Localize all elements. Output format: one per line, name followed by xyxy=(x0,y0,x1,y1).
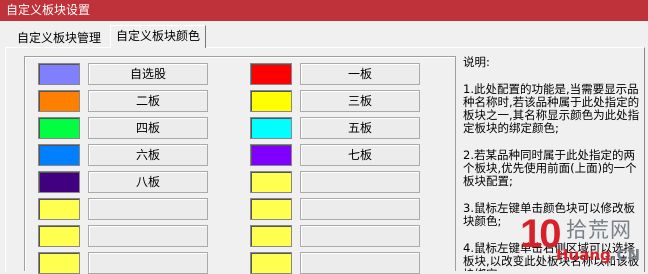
block-color-swatch[interactable] xyxy=(38,117,80,139)
block-name-field[interactable]: 四板 xyxy=(88,117,208,139)
block-name-field[interactable]: 一板 xyxy=(300,63,420,85)
block-name-field[interactable] xyxy=(88,198,208,220)
block-color-swatch[interactable] xyxy=(38,171,80,193)
block-color-swatch[interactable] xyxy=(38,225,80,247)
block-color-swatch[interactable] xyxy=(38,252,80,274)
block-color-swatch[interactable] xyxy=(38,144,80,166)
window-titlebar: 自定义板块设置 xyxy=(0,0,648,21)
block-name-field[interactable]: 八板 xyxy=(88,171,208,193)
window-title: 自定义板块设置 xyxy=(6,3,91,17)
block-color-swatch[interactable] xyxy=(250,90,292,112)
tab-block-color[interactable]: 自定义板块颜色 xyxy=(110,25,207,48)
help-item: 3.鼠标左键单击颜色块可以修改板块颜色; xyxy=(463,201,635,228)
block-name-field[interactable] xyxy=(300,252,420,274)
block-color-swatch[interactable] xyxy=(38,198,80,220)
help-item: 1.此处配置的功能是,当需要显示品种名称时,若该品种属于此处指定的板块之一,其名… xyxy=(463,82,640,135)
block-color-swatch[interactable] xyxy=(38,63,80,85)
block-color-swatch[interactable] xyxy=(250,171,292,193)
tab-block-manage[interactable]: 自定义板块管理 xyxy=(12,28,106,48)
block-name-field[interactable] xyxy=(300,198,420,220)
block-name-field[interactable] xyxy=(300,225,420,247)
help-heading: 说明: xyxy=(463,56,490,69)
block-name-field[interactable] xyxy=(300,171,420,193)
block-color-swatch[interactable] xyxy=(250,225,292,247)
block-name-field[interactable]: 二板 xyxy=(88,90,208,112)
block-color-swatch[interactable] xyxy=(250,63,292,85)
block-name-field[interactable]: 自选股 xyxy=(88,63,208,85)
block-name-field[interactable]: 三板 xyxy=(300,90,420,112)
block-color-swatch[interactable] xyxy=(38,90,80,112)
help-panel: 说明: 1.此处配置的功能是,当需要显示品种名称时,若该品种属于此处指定的板块之… xyxy=(463,56,645,271)
block-name-field[interactable] xyxy=(88,225,208,247)
block-color-swatch[interactable] xyxy=(250,144,292,166)
block-name-field[interactable]: 六板 xyxy=(88,144,208,166)
block-color-swatch[interactable] xyxy=(250,252,292,274)
block-color-swatch[interactable] xyxy=(250,117,292,139)
help-item: 2.若某品种同时属于此处指定的两个板块,优先使用前面(上面)的一个板块配置; xyxy=(463,148,637,188)
block-name-field[interactable]: 五板 xyxy=(300,117,420,139)
block-color-swatch[interactable] xyxy=(250,198,292,220)
block-name-field[interactable]: 七板 xyxy=(300,144,420,166)
block-name-field[interactable] xyxy=(88,252,208,274)
